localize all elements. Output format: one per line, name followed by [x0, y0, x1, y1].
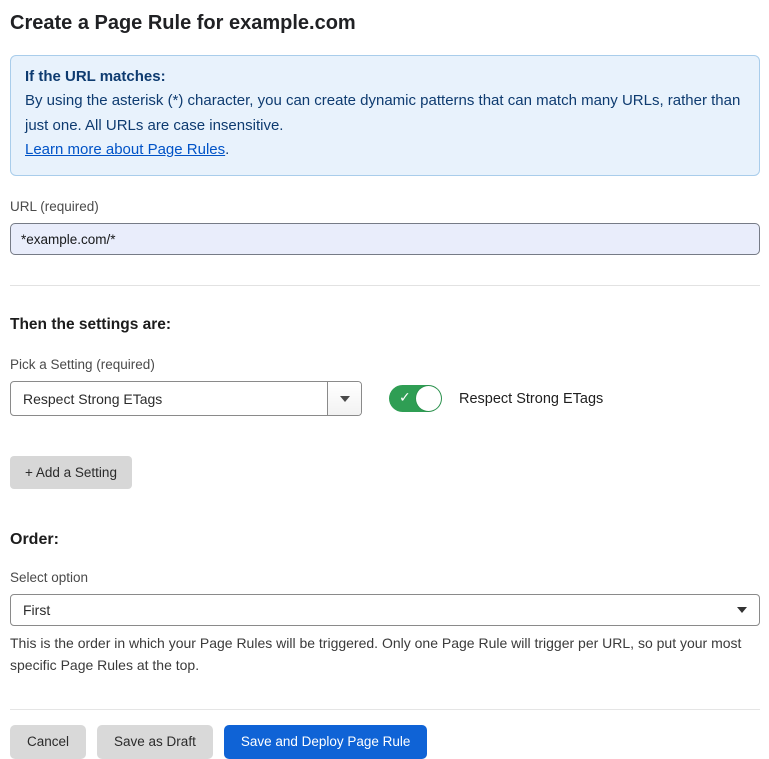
save-deploy-button[interactable]: Save and Deploy Page Rule: [224, 725, 428, 759]
order-section-heading: Order:: [10, 531, 760, 549]
toggle-knob: [416, 386, 441, 411]
setting-picker-label: Pick a Setting (required): [10, 357, 760, 372]
check-icon: ✓: [399, 389, 411, 406]
page-title: Create a Page Rule for example.com: [10, 12, 760, 35]
save-draft-button[interactable]: Save as Draft: [97, 725, 213, 759]
add-setting-button[interactable]: + Add a Setting: [10, 456, 132, 489]
cancel-button[interactable]: Cancel: [10, 725, 86, 759]
setting-select-arrow-button[interactable]: [327, 382, 361, 415]
page-rule-form: Create a Page Rule for example.com If th…: [0, 0, 769, 759]
footer-actions: Cancel Save as Draft Save and Deploy Pag…: [10, 709, 760, 759]
url-field-label: URL (required): [10, 199, 760, 214]
url-input[interactable]: [10, 223, 760, 255]
info-box-link-line: Learn more about Page Rules.: [25, 138, 745, 162]
order-help-text: This is the order in which your Page Rul…: [10, 633, 760, 676]
order-select[interactable]: First: [10, 594, 760, 626]
settings-section-heading: Then the settings are:: [10, 316, 760, 334]
order-select-value: First: [23, 602, 50, 618]
order-select-label: Select option: [10, 570, 760, 585]
etags-toggle-label: Respect Strong ETags: [459, 391, 603, 407]
setting-row: Respect Strong ETags ✓ Respect Strong ET…: [10, 381, 760, 416]
section-divider: [10, 285, 760, 286]
etags-toggle[interactable]: ✓: [389, 385, 442, 412]
url-match-info-box: If the URL matches: By using the asteris…: [10, 55, 760, 176]
info-box-heading: If the URL matches:: [25, 65, 745, 89]
setting-select-value: Respect Strong ETags: [11, 382, 174, 415]
link-period: .: [225, 141, 229, 158]
learn-more-link[interactable]: Learn more about Page Rules: [25, 141, 225, 158]
chevron-down-icon: [340, 396, 350, 402]
info-box-body: By using the asterisk (*) character, you…: [25, 89, 745, 138]
setting-select[interactable]: Respect Strong ETags: [10, 381, 362, 416]
chevron-down-icon: [737, 607, 747, 613]
